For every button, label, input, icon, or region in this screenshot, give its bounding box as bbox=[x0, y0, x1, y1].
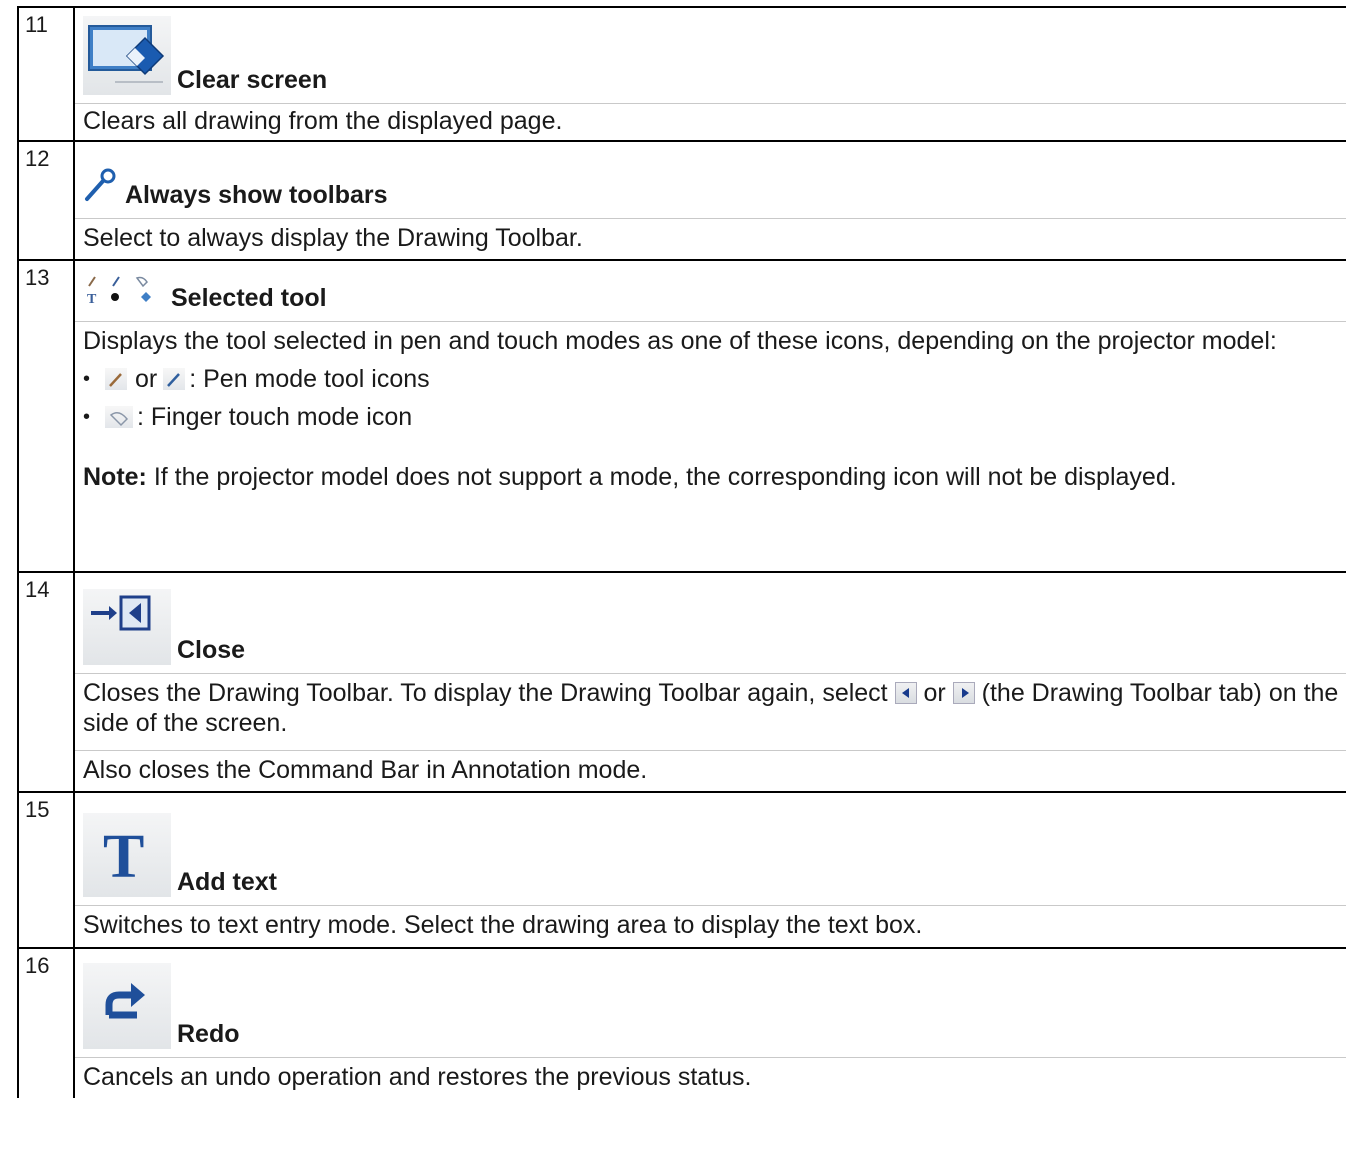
close-toolbar-icon bbox=[83, 589, 171, 665]
row-number: 11 bbox=[17, 6, 75, 142]
row-description: Displays the tool selected in pen and to… bbox=[83, 327, 1277, 355]
table-row: 13 T Selected tool Displays the tool sel… bbox=[17, 259, 1346, 573]
toolbar-reference-table: 11 Clear screen Clears all drawing from … bbox=[17, 6, 1346, 1098]
pin-icon bbox=[83, 167, 117, 210]
row-description: Select to always display the Drawing Too… bbox=[83, 224, 583, 252]
row-title: Always show toolbars bbox=[125, 181, 388, 209]
table-row: 14 Close Closes the Drawing Toolbar. To … bbox=[17, 571, 1346, 793]
svg-text:T: T bbox=[103, 823, 144, 891]
finger-touch-icon bbox=[105, 406, 133, 428]
row-number: 14 bbox=[17, 571, 75, 793]
table-row: 16 Redo Cancels an undo operation and re… bbox=[17, 947, 1346, 1098]
row-content: Redo Cancels an undo operation and resto… bbox=[74, 947, 1346, 1098]
selected-tool-icons: T bbox=[83, 274, 163, 313]
row-description: Clears all drawing from the displayed pa… bbox=[83, 107, 563, 135]
clear-screen-icon bbox=[83, 16, 171, 95]
row-content: Always show toolbars Select to always di… bbox=[74, 140, 1346, 261]
row-description: Switches to text entry mode. Select the … bbox=[83, 911, 923, 939]
row-number: 16 bbox=[17, 947, 75, 1098]
row-title: Redo bbox=[177, 1020, 240, 1048]
row-description: Closes the Drawing Toolbar. To display t… bbox=[83, 679, 1339, 737]
table-row: 12 Always show toolbars Select to always… bbox=[17, 140, 1346, 261]
pen-tool-icon bbox=[105, 368, 127, 390]
list-item: • : Finger touch mode icon bbox=[83, 403, 413, 431]
toolbar-tab-right-icon bbox=[952, 682, 975, 704]
row-title: Clear screen bbox=[177, 66, 328, 94]
row-description: Cancels an undo operation and restores t… bbox=[83, 1063, 752, 1091]
row-content: Close Closes the Drawing Toolbar. To dis… bbox=[74, 571, 1346, 793]
text-icon: T bbox=[83, 813, 171, 897]
list-item: • or : Pen mode tool icons bbox=[83, 365, 430, 393]
row-title: Add text bbox=[177, 868, 277, 896]
row-content: Clear screen Clears all drawing from the… bbox=[74, 6, 1346, 142]
pen-tool-alt-icon bbox=[163, 368, 186, 390]
table-row: 15 T Add text Switches to text entry mod… bbox=[17, 791, 1346, 949]
row-title: Selected tool bbox=[171, 284, 327, 312]
row-number: 12 bbox=[17, 140, 75, 261]
toolbar-tab-left-icon bbox=[894, 682, 917, 704]
note: Note: If the projector model does not su… bbox=[83, 463, 1177, 491]
row-content: T Add text Switches to text entry mode. … bbox=[74, 791, 1346, 949]
row-description: Also closes the Command Bar in Annotatio… bbox=[83, 756, 648, 784]
row-content: T Selected tool Displays the tool select… bbox=[74, 259, 1346, 573]
svg-text:T: T bbox=[87, 292, 97, 306]
row-number: 13 bbox=[17, 259, 75, 573]
table-row: 11 Clear screen Clears all drawing from … bbox=[17, 6, 1346, 142]
row-title: Close bbox=[177, 636, 246, 664]
redo-icon bbox=[83, 963, 171, 1049]
row-number: 15 bbox=[17, 791, 75, 949]
